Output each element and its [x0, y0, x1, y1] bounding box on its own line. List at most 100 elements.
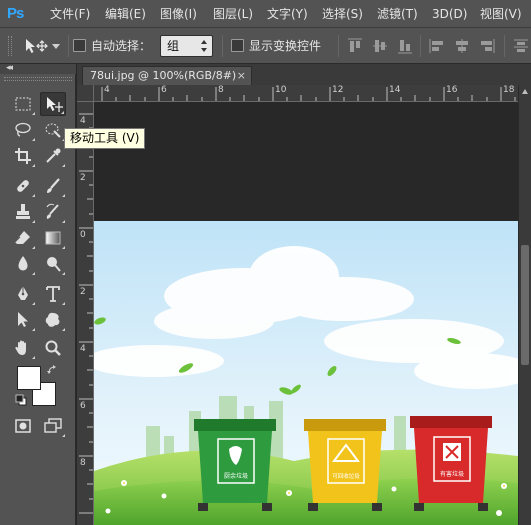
document-canvas[interactable]: 厨余垃圾 可回收垃圾 有害垃圾 — [94, 221, 518, 525]
green-bin: 厨余垃圾 — [194, 419, 276, 511]
vertical-ruler[interactable]: 4 2 0 2 4 6 8 — [77, 102, 94, 525]
dodge-tool[interactable] — [40, 252, 66, 276]
menu-layer[interactable]: 图层(L) — [213, 0, 253, 28]
separator — [338, 35, 339, 57]
show-transform-checkbox[interactable] — [231, 39, 244, 52]
document-tab[interactable]: 78ui.jpg @ 100%(RGB/8#) × — [82, 66, 252, 85]
align-left-icon[interactable] — [428, 37, 446, 55]
scroll-up-icon[interactable] — [522, 89, 528, 94]
clone-stamp-icon — [16, 204, 30, 219]
align-bottom-icon[interactable] — [396, 37, 414, 55]
menu-view[interactable]: 视图(V) — [480, 0, 522, 28]
path-select-icon — [18, 312, 28, 327]
ruler-label: 10 — [275, 85, 287, 95]
eraser-icon — [14, 231, 30, 244]
swap-colors-icon[interactable] — [46, 364, 58, 379]
quick-select-icon — [45, 123, 61, 138]
align-horizontal-center-icon[interactable] — [453, 37, 471, 55]
separator — [68, 35, 69, 57]
hand-icon — [15, 340, 26, 355]
custom-shape-tool[interactable] — [40, 308, 66, 332]
eraser-tool[interactable] — [10, 226, 36, 250]
crop-tool[interactable] — [10, 144, 36, 168]
history-brush-tool[interactable] — [40, 200, 66, 224]
menu-3d[interactable]: 3D(D) — [432, 0, 467, 28]
tools-panel-header[interactable]: ◂◂ — [0, 63, 76, 74]
quick-mask-icon — [15, 419, 31, 433]
tool-preset-picker[interactable] — [20, 35, 64, 57]
blur-icon — [18, 256, 28, 271]
auto-select-label: 自动选择： — [91, 39, 152, 53]
lasso-tool[interactable] — [10, 118, 36, 142]
close-icon[interactable]: × — [237, 67, 246, 85]
menu-select[interactable]: 选择(S) — [322, 0, 363, 28]
align-right-icon[interactable] — [478, 37, 496, 55]
history-brush-icon — [46, 203, 59, 219]
document-tab-title: 78ui.jpg @ 100%(RGB/8#) — [90, 69, 237, 82]
gradient-icon — [45, 231, 61, 245]
menu-file[interactable]: 文件(F) — [50, 0, 90, 28]
menu-image[interactable]: 图像(I) — [160, 0, 197, 28]
show-transform-label: 显示变换控件 — [249, 39, 322, 53]
path-selection-tool[interactable] — [10, 308, 36, 332]
ruler-label: 0 — [80, 230, 86, 240]
ruler-label: 6 — [161, 85, 167, 95]
horizontal-ruler[interactable]: 4 6 8 10 12 14 16 18 — [94, 85, 518, 102]
screen-mode-button[interactable] — [40, 414, 66, 438]
healing-brush-icon — [17, 180, 29, 192]
quick-mask-button[interactable] — [10, 414, 36, 438]
ruler-label: 6 — [80, 401, 86, 411]
ruler-origin[interactable] — [77, 85, 94, 102]
menu-type[interactable]: 文字(Y) — [267, 0, 308, 28]
distribute-top-icon[interactable] — [512, 37, 530, 55]
eyedropper-tool[interactable] — [40, 144, 66, 168]
quick-select-tool[interactable] — [40, 118, 66, 142]
chevron-down-icon — [52, 44, 60, 49]
separator — [420, 35, 421, 57]
lasso-icon — [15, 122, 31, 137]
options-bar-grip[interactable] — [8, 36, 12, 56]
ruler-label: 4 — [80, 116, 86, 126]
spinner-icon — [201, 39, 208, 53]
clone-stamp-tool[interactable] — [10, 200, 36, 224]
zoom-tool[interactable] — [40, 336, 66, 360]
pen-icon — [18, 286, 28, 300]
document-tab-bar: 78ui.jpg @ 100%(RGB/8#) × — [77, 64, 531, 85]
ruler-label: 8 — [80, 458, 86, 468]
align-top-icon[interactable] — [346, 37, 364, 55]
ruler-label: 4 — [80, 344, 86, 354]
move-tool[interactable] — [40, 92, 66, 116]
menu-edit[interactable]: 编辑(E) — [105, 0, 146, 28]
ruler-label: 14 — [389, 85, 401, 95]
eyedropper-icon — [46, 148, 61, 163]
menu-filter[interactable]: 滤镜(T) — [377, 0, 418, 28]
separator — [504, 35, 505, 57]
auto-select-checkbox[interactable] — [73, 39, 86, 52]
hand-tool[interactable] — [10, 336, 36, 360]
blur-tool[interactable] — [10, 252, 36, 276]
vertical-scrollbar[interactable] — [518, 85, 531, 525]
align-vertical-center-icon[interactable] — [371, 37, 389, 55]
brush-icon — [47, 178, 60, 193]
photoshop-logo: Ps — [7, 5, 24, 22]
gradient-tool[interactable] — [40, 226, 66, 250]
yellow-bin: 可回收垃圾 — [304, 419, 386, 511]
brush-tool[interactable] — [40, 174, 66, 198]
move-tool-icon — [24, 38, 48, 57]
ruler-label: 16 — [446, 85, 458, 95]
collapse-icon[interactable]: ◂◂ — [6, 63, 13, 73]
pen-tool[interactable] — [10, 282, 36, 306]
zoom-icon — [45, 340, 61, 356]
healing-brush-tool[interactable] — [10, 174, 36, 198]
scrollbar-thumb[interactable] — [521, 245, 529, 365]
auto-select-dropdown[interactable]: 组 — [160, 35, 213, 57]
foreground-color-swatch[interactable] — [17, 366, 41, 390]
ruler-label: 8 — [218, 85, 224, 95]
type-tool[interactable] — [40, 282, 66, 306]
screen-mode-icon — [44, 418, 62, 433]
dodge-icon — [47, 257, 61, 272]
rectangular-marquee-tool[interactable] — [10, 92, 36, 116]
red-bin: 有害垃圾 — [410, 416, 492, 511]
tools-panel-grip[interactable] — [4, 77, 72, 81]
default-colors-icon[interactable] — [15, 394, 27, 409]
